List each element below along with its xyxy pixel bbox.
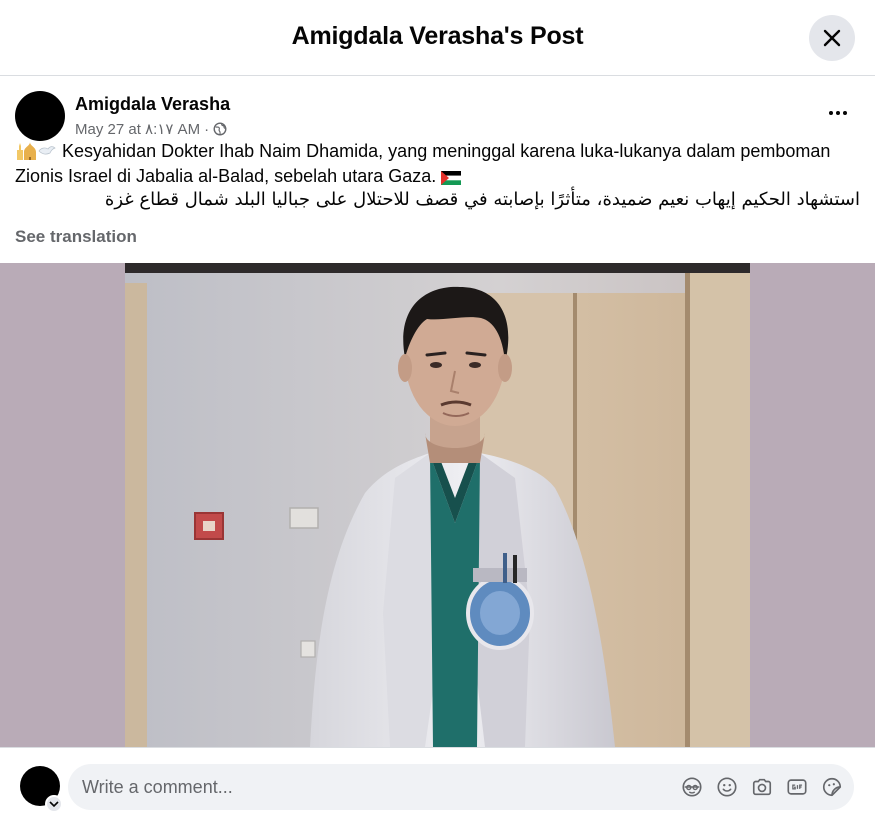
author-name[interactable]: Amigdala Verasha	[75, 94, 230, 115]
meta-separator: ·	[204, 120, 210, 138]
sticker-icon	[822, 777, 842, 797]
post-timestamp[interactable]: May 27 at ٨:١٧ AM	[75, 120, 200, 138]
post-text-arabic: استشهاد الحكيم إيهاب نعيم ضميدة، متأثرًا…	[104, 189, 860, 210]
chevron-down-icon	[49, 801, 59, 808]
camera-button[interactable]	[750, 775, 774, 799]
mosque-dove-emoji	[17, 142, 56, 160]
post-meta: May 27 at ٨:١٧ AM ·	[75, 120, 227, 138]
comment-actions	[680, 775, 844, 799]
comment-input[interactable]	[82, 764, 642, 810]
post-photo[interactable]	[125, 263, 750, 747]
avatar-sticker-button[interactable]	[680, 775, 704, 799]
close-icon	[823, 29, 841, 47]
more-options-button[interactable]	[818, 98, 858, 128]
avatar-sticker-icon	[682, 777, 702, 797]
emoji-icon	[717, 777, 737, 797]
post-text: Kesyahidan Dokter Ihab Naim Dhamida, yan…	[15, 139, 860, 189]
gif-icon	[787, 779, 807, 795]
emoji-button[interactable]	[715, 775, 739, 799]
post-text-indonesian: Kesyahidan Dokter Ihab Naim Dhamida, yan…	[15, 141, 831, 186]
post-header: Amigdala Verasha May 27 at ٨:١٧ AM ·	[0, 76, 875, 146]
post-photo-container[interactable]	[0, 263, 875, 747]
globe-icon[interactable]	[213, 122, 227, 136]
sticker-button[interactable]	[820, 775, 844, 799]
palestine-flag-emoji	[441, 171, 462, 185]
modal-header: Amigdala Verasha's Post	[0, 0, 875, 76]
comment-box	[68, 764, 854, 810]
camera-icon	[752, 778, 772, 796]
modal-title: Amigdala Verasha's Post	[291, 22, 584, 50]
profile-switch-button[interactable]	[45, 795, 63, 813]
close-button[interactable]	[809, 15, 855, 61]
author-avatar[interactable]	[15, 91, 65, 141]
comment-bar	[0, 747, 875, 832]
gif-button[interactable]	[785, 775, 809, 799]
doctor-portrait-image	[125, 263, 750, 747]
more-options-icon	[829, 111, 833, 115]
see-translation-link[interactable]: See translation	[15, 227, 137, 247]
